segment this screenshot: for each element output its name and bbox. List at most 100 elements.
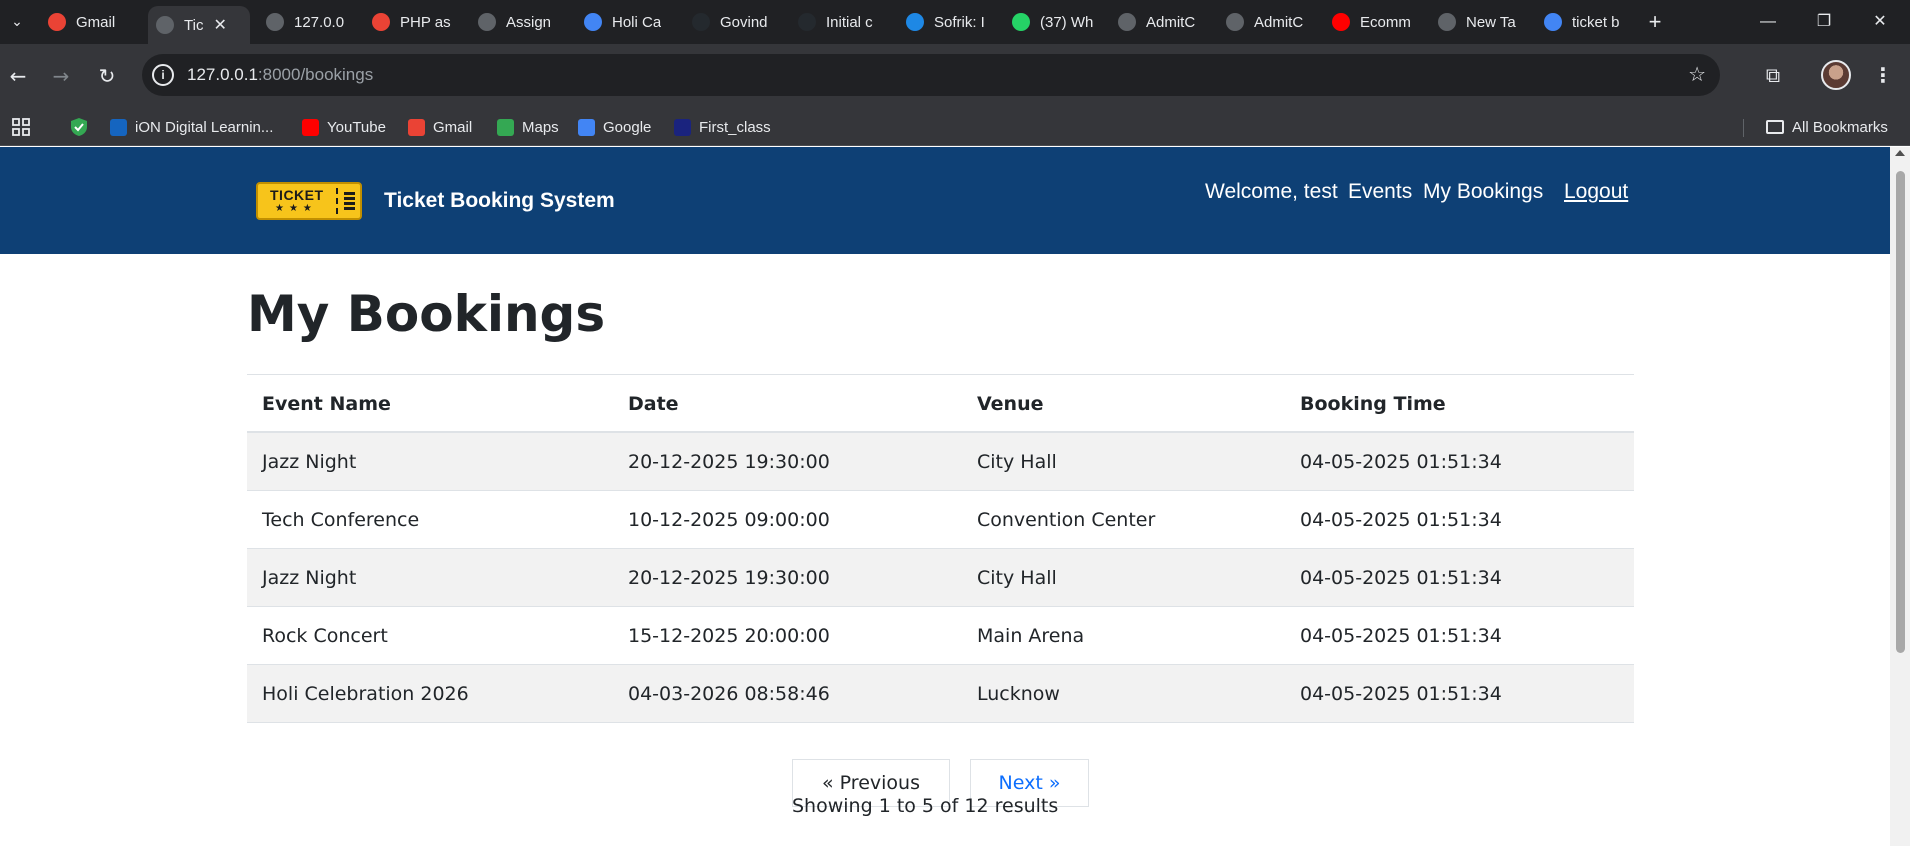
browser-tab[interactable]: (37) Wh xyxy=(1004,6,1102,38)
table-row: Jazz Night 20-12-2025 19:30:00 City Hall 04… xyxy=(247,549,1634,607)
browser-tab[interactable]: ticket b xyxy=(1536,6,1634,38)
bookmark-item[interactable]: First_class xyxy=(674,116,771,138)
cell-event-name: Rock Concert xyxy=(262,625,388,647)
cell-venue: City Hall xyxy=(977,567,1057,589)
site-header: TICKET ★★★ Ticket Booking System Welcome… xyxy=(0,147,1890,254)
browser-tab-label: Sofrik: I xyxy=(934,13,985,31)
gmail-icon xyxy=(48,13,66,31)
gmail-icon xyxy=(372,13,390,31)
whatsapp-icon xyxy=(1012,13,1030,31)
apps-grid-icon[interactable] xyxy=(12,116,30,138)
browser-tab[interactable]: Gmail xyxy=(40,6,140,38)
browser-tab[interactable]: AdmitC xyxy=(1110,6,1210,38)
logout-link[interactable]: Logout xyxy=(1564,180,1628,204)
scroll-up-arrow-icon[interactable] xyxy=(1895,150,1905,156)
table-header-row: Event Name Date Venue Booking Time xyxy=(247,375,1634,433)
browser-tab[interactable]: Sofrik: I xyxy=(898,6,996,38)
cell-venue: Main Arena xyxy=(977,625,1085,647)
scrollbar-thumb[interactable] xyxy=(1896,171,1905,653)
bookmark-label: YouTube xyxy=(327,118,386,136)
logo-stripes xyxy=(344,192,355,212)
browser-tab-label: 127.0.0 xyxy=(294,13,345,31)
cell-date: 04-03-2026 08:58:46 xyxy=(628,683,830,705)
restore-button[interactable]: ❐ xyxy=(1796,0,1852,44)
close-window-button[interactable]: ✕ xyxy=(1852,0,1908,44)
site-title[interactable]: Ticket Booking System xyxy=(384,189,615,213)
page-title: My Bookings xyxy=(247,285,606,343)
github-icon xyxy=(692,13,710,31)
bookmark-item[interactable]: Google xyxy=(578,116,651,138)
globe-icon xyxy=(1226,13,1244,31)
sofrik-icon xyxy=(906,13,924,31)
cell-booking-time: 04-05-2025 01:51:34 xyxy=(1300,683,1502,705)
cell-event-name: Holi Celebration 2026 xyxy=(262,683,469,705)
page-scrollbar[interactable] xyxy=(1890,147,1910,846)
cell-booking-time: 04-05-2025 01:51:34 xyxy=(1300,625,1502,647)
browser-tab-label: Holi Ca xyxy=(612,13,662,31)
browser-tab-label: AdmitC xyxy=(1146,13,1196,31)
close-tab-icon[interactable]: ✕ xyxy=(213,15,226,35)
url-path: :8000/bookings xyxy=(257,65,374,84)
cell-date: 15-12-2025 20:00:00 xyxy=(628,625,830,647)
address-bar[interactable]: i 127.0.0.1:8000/bookings ☆ xyxy=(142,54,1720,96)
chrome-icon xyxy=(1438,13,1456,31)
nav-my-bookings-link[interactable]: My Bookings xyxy=(1423,180,1543,204)
browser-tab[interactable]: Initial c xyxy=(790,6,890,38)
all-bookmarks-button[interactable]: All Bookmarks xyxy=(1766,116,1888,138)
browser-tab[interactable]: 127.0.0 xyxy=(258,6,356,38)
logo-perforation xyxy=(336,188,338,214)
column-header-booking-time: Booking Time xyxy=(1300,393,1446,415)
browser-tab[interactable]: New Ta xyxy=(1430,6,1528,38)
pagination-summary: Showing 1 to 5 of 12 results xyxy=(792,795,1059,817)
url-text[interactable]: 127.0.0.1:8000/bookings xyxy=(187,65,373,85)
browser-tab[interactable]: Assign xyxy=(470,6,568,38)
browser-tab-label: ticket b xyxy=(1572,13,1620,31)
forward-button[interactable]: → xyxy=(43,58,79,94)
browser-tab[interactable]: Holi Ca xyxy=(576,6,676,38)
browser-tab-label: PHP as xyxy=(400,13,451,31)
profile-avatar[interactable] xyxy=(1821,60,1851,90)
google-icon xyxy=(578,118,595,136)
cell-date: 10-12-2025 09:00:00 xyxy=(628,509,830,531)
table-row: Tech Conference 10-12-2025 09:00:00 Conven… xyxy=(247,491,1634,549)
ticket-logo-icon[interactable]: TICKET ★★★ xyxy=(256,182,362,220)
bookmark-item[interactable]: Gmail xyxy=(408,116,472,138)
browser-toolbar: ← → ↻ i 127.0.0.1:8000/bookings ☆ ⧉ ⋮ xyxy=(0,44,1910,108)
browser-tab-label: New Ta xyxy=(1466,13,1516,31)
globe-icon xyxy=(1118,13,1136,31)
bookmark-star-icon[interactable]: ☆ xyxy=(1688,62,1706,86)
bookings-table: Event Name Date Venue Booking Time Jazz … xyxy=(247,374,1634,723)
browser-tab[interactable]: Govind xyxy=(684,6,782,38)
bookmarks-bar: iON Digital Learnin... YouTube Gmail Maps Go… xyxy=(0,108,1910,146)
shield-extension-icon[interactable] xyxy=(70,116,88,138)
table-row: Jazz Night 20-12-2025 19:30:00 City Hall 04… xyxy=(247,433,1634,491)
extensions-icon[interactable]: ⧉ xyxy=(1758,60,1788,90)
cell-booking-time: 04-05-2025 01:51:34 xyxy=(1300,451,1502,473)
bookmark-item[interactable]: Maps xyxy=(497,116,559,138)
youtube-icon xyxy=(302,118,319,136)
new-tab-button[interactable]: + xyxy=(1641,8,1669,36)
site-info-icon[interactable]: i xyxy=(152,64,174,86)
minimize-button[interactable]: — xyxy=(1740,0,1796,44)
bookmark-label: Maps xyxy=(522,118,559,136)
browser-tab[interactable]: Ecomm xyxy=(1324,6,1422,38)
cell-booking-time: 04-05-2025 01:51:34 xyxy=(1300,567,1502,589)
browser-tab[interactable]: Tic ✕ xyxy=(148,6,250,44)
tab-search-chevron-icon[interactable]: ⌄ xyxy=(4,9,30,35)
browser-tab-label: Ecomm xyxy=(1360,13,1411,31)
logo-text: TICKET xyxy=(270,187,324,203)
folder-icon xyxy=(1766,120,1784,134)
back-button[interactable]: ← xyxy=(0,58,36,94)
bookmark-item[interactable]: YouTube xyxy=(302,116,386,138)
bookmark-item[interactable]: iON Digital Learnin... xyxy=(110,116,273,138)
page-viewport: TICKET ★★★ Ticket Booking System Welcome… xyxy=(0,147,1890,846)
reload-button[interactable]: ↻ xyxy=(89,58,125,94)
browser-tab[interactable]: PHP as xyxy=(364,6,462,38)
bookmark-label: Google xyxy=(603,118,652,136)
cell-booking-time: 04-05-2025 01:51:34 xyxy=(1300,509,1502,531)
browser-tab[interactable]: AdmitC xyxy=(1218,6,1316,38)
browser-menu-icon[interactable]: ⋮ xyxy=(1868,60,1898,90)
nav-events-link[interactable]: Events xyxy=(1348,180,1412,204)
bookmark-label: Gmail xyxy=(433,118,473,136)
first-class-icon xyxy=(674,118,691,136)
